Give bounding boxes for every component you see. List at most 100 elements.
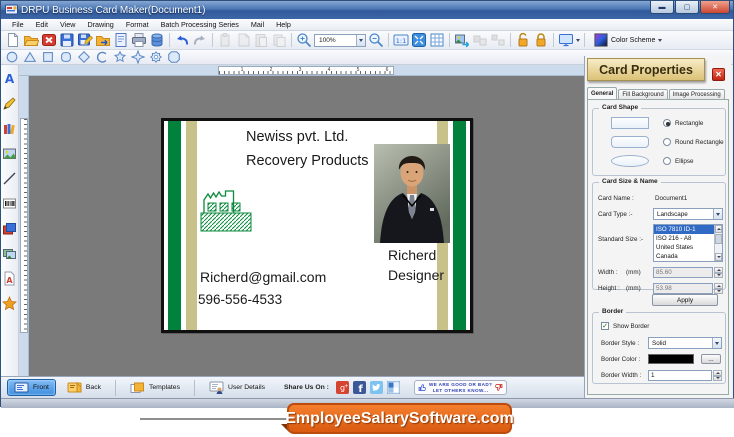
symbol-tool-icon[interactable] xyxy=(2,296,17,311)
close-button[interactable]: ✕ xyxy=(700,1,730,14)
scroll-up-arrow[interactable] xyxy=(715,225,722,233)
zoom-in-icon[interactable] xyxy=(296,32,312,48)
shape-gear-icon[interactable] xyxy=(149,50,163,64)
card-stripe-green-right[interactable] xyxy=(453,121,466,330)
line-tool-icon[interactable] xyxy=(2,171,17,186)
border-color-browse-button[interactable]: ... xyxy=(701,354,721,364)
shape-rectangle-icon[interactable] xyxy=(41,50,55,64)
front-side-button[interactable]: Front xyxy=(7,379,56,396)
print-preview-icon[interactable] xyxy=(113,32,129,48)
duplicate-icon[interactable] xyxy=(271,32,287,48)
templates-tool-icon[interactable] xyxy=(2,221,17,236)
business-card[interactable]: Newiss pvt. Ltd. Recovery Products Riche… xyxy=(161,118,473,333)
zoom-dropdown-arrow[interactable] xyxy=(356,34,365,46)
menu-view[interactable]: View xyxy=(54,20,81,29)
card-company-name[interactable]: Newiss pvt. Ltd. xyxy=(246,129,348,145)
redo-icon[interactable] xyxy=(192,32,208,48)
pencil-tool-icon[interactable] xyxy=(2,96,17,111)
apply-button[interactable]: Apply xyxy=(652,294,718,306)
design-canvas[interactable]: Newiss pvt. Ltd. Recovery Products Riche… xyxy=(29,76,584,376)
standard-size-option[interactable]: ISO 216 - A8 xyxy=(654,234,715,243)
delicious-icon[interactable] xyxy=(386,381,400,394)
scroll-down-arrow[interactable] xyxy=(715,253,722,261)
fit-to-screen-icon[interactable] xyxy=(411,32,427,48)
shape-four-point-star-icon[interactable] xyxy=(131,50,145,64)
lock-icon[interactable] xyxy=(533,32,549,48)
zoom-out-icon[interactable] xyxy=(368,32,384,48)
shape-ellipse-icon[interactable] xyxy=(5,50,19,64)
close-document-icon[interactable] xyxy=(41,32,57,48)
card-portrait-photo[interactable] xyxy=(374,144,450,243)
shape-arc-icon[interactable] xyxy=(95,50,109,64)
shape-polygon-icon[interactable] xyxy=(167,50,181,64)
menu-file[interactable]: File xyxy=(6,20,30,29)
ellipse-radio[interactable] xyxy=(663,157,671,165)
maximize-button[interactable]: ▢ xyxy=(675,1,699,14)
border-width-input[interactable] xyxy=(648,370,712,381)
menu-mail[interactable]: Mail xyxy=(245,20,270,29)
card-stripe-tan-left[interactable] xyxy=(186,121,197,330)
card-email[interactable]: Richerd@gmail.com xyxy=(200,269,326,285)
border-style-combobox[interactable]: Solid xyxy=(648,337,722,349)
clipart-tool-icon[interactable] xyxy=(2,121,17,136)
twitter-icon[interactable] xyxy=(369,381,383,394)
card-phone[interactable]: 596-556-4533 xyxy=(198,292,282,307)
paste-icon[interactable] xyxy=(253,32,269,48)
color-scheme-button[interactable]: Color Scheme xyxy=(589,32,667,48)
unlock-icon[interactable] xyxy=(515,32,531,48)
group-icon[interactable] xyxy=(472,32,488,48)
standard-size-listbox[interactable]: ISO 7810 ID-1 ISO 216 - A8 United States… xyxy=(653,224,723,262)
menu-batch-processing-series[interactable]: Batch Processing Series xyxy=(155,20,245,29)
standard-size-option[interactable]: ISO 7810 ID-1 xyxy=(654,225,715,234)
database-backup-icon[interactable] xyxy=(149,32,165,48)
actual-size-icon[interactable]: 1:1 xyxy=(393,32,409,48)
menu-format[interactable]: Format xyxy=(120,20,155,29)
card-person-name[interactable]: Richerd xyxy=(388,247,436,263)
google-plus-icon[interactable]: g + xyxy=(335,381,349,394)
gallery-tool-icon[interactable] xyxy=(2,246,17,261)
user-details-button[interactable]: User Details xyxy=(202,379,272,396)
new-document-icon[interactable] xyxy=(5,32,21,48)
card-person-title[interactable]: Designer xyxy=(388,267,444,283)
height-spinner[interactable] xyxy=(714,283,723,294)
display-mode-dropdown-arrow[interactable] xyxy=(576,38,580,42)
barcode-tool-icon[interactable] xyxy=(2,196,17,211)
copy-icon[interactable] xyxy=(217,32,233,48)
save-as-icon[interactable] xyxy=(77,32,93,48)
facebook-icon[interactable]: f xyxy=(352,381,366,394)
rectangle-radio[interactable] xyxy=(663,119,671,127)
card-factory-logo[interactable] xyxy=(200,185,252,233)
show-grid-icon[interactable] xyxy=(429,32,445,48)
card-tagline[interactable]: Recovery Products xyxy=(246,153,369,169)
export-image-icon[interactable] xyxy=(454,32,470,48)
minimize-button[interactable]: ▬ xyxy=(650,1,674,14)
menu-edit[interactable]: Edit xyxy=(30,20,54,29)
height-input[interactable] xyxy=(653,283,713,294)
back-side-button[interactable]: Back xyxy=(60,379,108,396)
cut-icon[interactable] xyxy=(235,32,251,48)
panel-close-button[interactable]: ✕ xyxy=(712,68,725,81)
border-width-spinner[interactable] xyxy=(713,370,722,381)
menu-drawing[interactable]: Drawing xyxy=(81,20,119,29)
display-mode-icon[interactable] xyxy=(558,32,574,48)
save-icon[interactable] xyxy=(59,32,75,48)
feedback-badge[interactable]: WE ARE GOOD OR BAD? LET OTHERS KNOW... xyxy=(413,380,508,395)
open-icon[interactable] xyxy=(23,32,39,48)
width-input[interactable] xyxy=(653,267,713,278)
menu-help[interactable]: Help xyxy=(270,20,297,29)
border-color-swatch[interactable] xyxy=(648,354,694,364)
image-tool-icon[interactable] xyxy=(2,146,17,161)
zoom-level-combobox[interactable]: 100% xyxy=(314,33,366,47)
shape-star-icon[interactable] xyxy=(113,50,127,64)
standard-size-option[interactable]: Canada xyxy=(654,252,715,261)
ungroup-icon[interactable] xyxy=(490,32,506,48)
print-icon[interactable] xyxy=(131,32,147,48)
shape-diamond-icon[interactable] xyxy=(77,50,91,64)
card-type-dropdown-arrow[interactable] xyxy=(713,209,722,219)
show-border-checkbox[interactable] xyxy=(601,322,609,330)
round-rectangle-radio[interactable] xyxy=(663,138,671,146)
text-tool-icon[interactable]: A xyxy=(2,71,17,86)
shape-round-rectangle-icon[interactable] xyxy=(59,50,73,64)
export-icon[interactable] xyxy=(95,32,111,48)
card-type-combobox[interactable]: Landscape xyxy=(653,208,723,220)
